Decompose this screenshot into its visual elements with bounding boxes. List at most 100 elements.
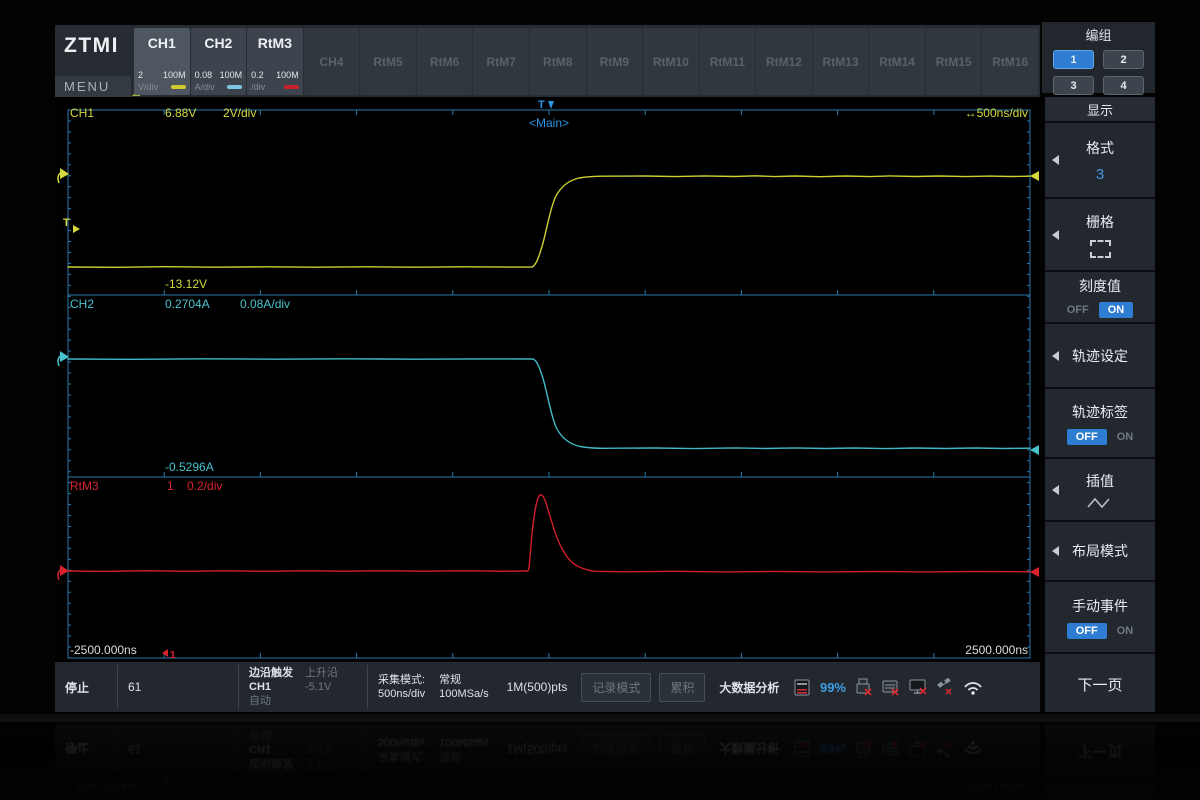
manual-event-menu-item[interactable]: 手动事件 OFF ON — [1045, 582, 1155, 652]
record-mode-button[interactable]: 记录模式 — [581, 673, 651, 702]
expand-left-arrow-icon — [1052, 230, 1059, 240]
acquisition-count: 61 — [118, 662, 238, 712]
svg-text:T: T — [538, 99, 545, 111]
expand-left-arrow-icon — [1052, 546, 1059, 556]
ch1-position-marker[interactable] — [58, 168, 69, 183]
svg-text:T: T — [63, 217, 70, 229]
group-button-1[interactable]: 1 — [1053, 50, 1094, 69]
trace-label-menu-item[interactable]: 轨迹标签 OFF ON — [1045, 389, 1155, 457]
drive-disconnected-icon — [881, 678, 900, 696]
acquisition-info: 采集模式: 500ns/div 常规 100MSa/s 1M(500)pts — [368, 662, 577, 712]
display-disconnected-icon — [908, 678, 928, 696]
ch1-color-dash — [171, 85, 186, 89]
manual-event-on[interactable]: ON — [1117, 625, 1134, 637]
channel-tab-rtm7[interactable]: RtM7 — [473, 28, 529, 95]
channel-tab-rtm12[interactable]: RtM12 — [756, 28, 812, 95]
channel-tab-rtm10[interactable]: RtM10 — [643, 28, 699, 95]
menu-button[interactable]: MENU — [55, 76, 131, 97]
scale-value-menu-item[interactable]: 刻度值 OFF ON — [1045, 272, 1155, 322]
ch2-right-marker[interactable] — [1030, 445, 1039, 455]
trace-setting-menu-item[interactable]: 轨迹设定 — [1045, 324, 1155, 387]
trigger-mode: 自动 — [249, 695, 293, 708]
trigger-info: 边沿触发 CH1 自动 上升沿 -5.1V — [239, 662, 367, 712]
acq-mode: 常规 — [439, 674, 489, 687]
gps-disconnected-icon — [936, 678, 954, 696]
ch1-value: 6.88V — [165, 106, 196, 120]
channel-tab-rtm8[interactable]: RtM8 — [530, 28, 586, 95]
ch1-right-marker[interactable] — [1030, 171, 1039, 181]
ch1-scale: 2V/div — [223, 106, 256, 120]
acq-rate: 100MSa/s — [439, 688, 489, 701]
ch2-trace — [68, 359, 1030, 449]
channel-tab-rtm6[interactable]: RtM6 — [417, 28, 473, 95]
group-button-4[interactable]: 4 — [1103, 76, 1144, 95]
format-menu-item[interactable]: 格式 3 — [1045, 123, 1155, 197]
channel-tab-rtm3[interactable]: RtM3 0.2100M /div — [247, 28, 303, 95]
trigger-level: -5.1V — [305, 681, 338, 694]
svg-text:1: 1 — [170, 650, 176, 661]
top-bar: ZTMI MENU CH1 2100M V/div CH2 0.08100M A… — [55, 25, 1040, 97]
next-page-button[interactable]: 下一页 — [1045, 654, 1155, 712]
channel-tab-ch4[interactable]: CH4 — [304, 28, 360, 95]
waveform-plot: T T 1 — [55, 97, 1040, 662]
trigger-type: 边沿触发 — [249, 667, 293, 680]
usb-disconnected-icon — [854, 678, 873, 696]
rtm3-color-dash — [284, 85, 299, 89]
channel-tab-rtm5[interactable]: RtM5 — [360, 28, 416, 95]
trigger-position-marker[interactable]: T — [538, 99, 554, 111]
expand-left-arrow-icon — [1052, 155, 1059, 165]
device-edge — [0, 714, 1200, 722]
expand-left-arrow-icon — [1052, 351, 1059, 361]
sidebar-header: 显示 — [1045, 97, 1155, 121]
grid-menu-item[interactable]: 栅格 — [1045, 199, 1155, 270]
channel-tab-rtm14[interactable]: RtM14 — [869, 28, 925, 95]
ch2-scale: 0.08A/div — [240, 297, 290, 311]
channel-tab-strip: CH1 2100M V/div CH2 0.08100M A/div RtM3 … — [131, 25, 1040, 97]
group-button-3[interactable]: 3 — [1053, 76, 1094, 95]
status-bar: 停止 61 边沿触发 CH1 自动 上升沿 -5.1V 采集模式: 500ns/… — [55, 662, 1040, 712]
interpolation-menu-item[interactable]: 插值 — [1045, 459, 1155, 520]
rtm3-right-marker[interactable] — [1030, 567, 1039, 577]
ch2-position-marker[interactable] — [58, 351, 69, 366]
rtm3-name: RtM3 — [70, 479, 99, 493]
ch1-trace — [68, 176, 1030, 267]
rtm3-position-marker[interactable] — [58, 565, 69, 580]
interpolation-zigzag-icon — [1087, 497, 1113, 509]
channel-tab-rtm9[interactable]: RtM9 — [587, 28, 643, 95]
main-window-label: <Main> — [509, 116, 589, 130]
channel-tab-rtm15[interactable]: RtM15 — [926, 28, 982, 95]
svg-text:1: 1 — [170, 775, 176, 786]
acq-mode-label: 采集模式: — [378, 674, 425, 687]
channel-tab-rtm13[interactable]: RtM13 — [813, 28, 869, 95]
channel-tab-ch1[interactable]: CH1 2100M V/div — [134, 28, 190, 95]
group-button-2[interactable]: 2 — [1103, 50, 1144, 69]
status-icon-tray: 99% — [793, 662, 984, 712]
big-data-analysis-button[interactable]: 大数据分析 — [709, 662, 789, 712]
scale-value-off[interactable]: OFF — [1067, 304, 1089, 316]
ssd-usage-icon — [793, 679, 812, 696]
trigger-level-marker[interactable]: T — [63, 217, 80, 233]
scale-value-on[interactable]: ON — [1099, 302, 1134, 318]
manual-event-off[interactable]: OFF — [1067, 623, 1107, 639]
time-right-readout: 2500.000ns — [965, 643, 1028, 657]
run-state: 停止 — [55, 662, 117, 712]
timebase-readout: ↔500ns/div — [965, 106, 1028, 120]
screen-reflection: ZTMI MENU CH1 2100M V/div CH2 0.08100M A… — [0, 722, 1200, 800]
wifi-icon — [962, 679, 984, 696]
waveform-display[interactable]: T T 1 — [55, 97, 1040, 662]
time-left-readout: -2500.000ns — [70, 643, 137, 657]
trace-label-on[interactable]: ON — [1117, 431, 1134, 443]
trace-label-off[interactable]: OFF — [1067, 429, 1107, 445]
layout-mode-menu-item[interactable]: 布局模式 — [1045, 522, 1155, 580]
ch1-name: CH1 — [70, 106, 94, 120]
channel-tab-ch2[interactable]: CH2 0.08100M A/div — [191, 28, 247, 95]
acq-points: 1M(500)pts — [507, 680, 568, 694]
accumulate-button[interactable]: 累积 — [659, 673, 705, 702]
channel-tab-rtm11[interactable]: RtM11 — [700, 28, 756, 95]
group-title: 编组 — [1042, 22, 1155, 44]
channel-tab-rtm16[interactable]: RtM16 — [982, 28, 1038, 95]
logo-block: ZTMI MENU — [55, 25, 131, 97]
format-value: 3 — [1096, 166, 1104, 183]
brand-logo: ZTMI — [55, 25, 131, 58]
acq-timebase: 500ns/div — [378, 688, 425, 701]
